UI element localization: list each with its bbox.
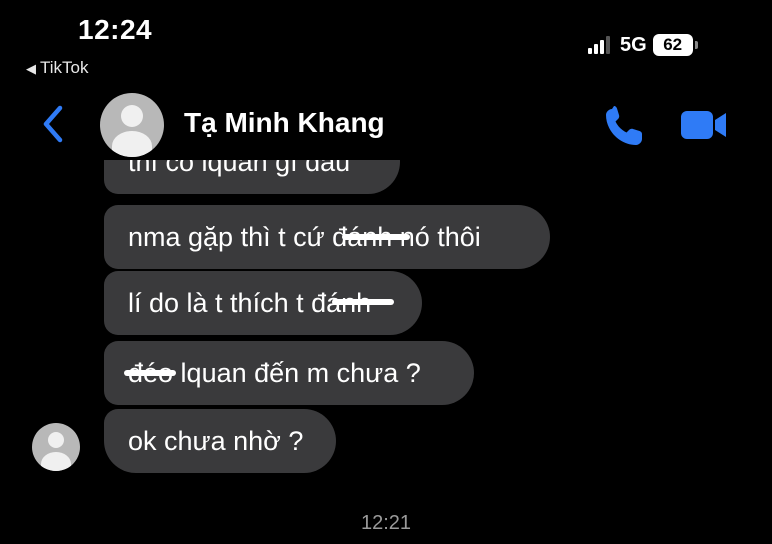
censor-scribble (124, 370, 176, 376)
status-time: 12:24 (78, 14, 153, 45)
contact-avatar[interactable] (100, 93, 164, 157)
message-list[interactable]: thì có lquan gì đâu nma gặp thì t cứ đán… (0, 160, 772, 544)
battery-level: 62 (663, 35, 683, 54)
message-bubble[interactable]: ok chưa nhờ ? (104, 409, 336, 473)
message-text: thì có lquan gì đâu (128, 160, 351, 177)
message-bubble[interactable]: thì có lquan gì đâu (104, 160, 400, 194)
message-bubble[interactable]: nma gặp thì t cứ đánh nó thôi (104, 205, 550, 269)
video-call-icon[interactable] (680, 108, 728, 142)
message-bubble[interactable]: lí do là t thích t đánh (104, 271, 422, 335)
message-text: ok chưa nhờ ? (128, 425, 304, 456)
back-to-app-link[interactable]: ◀ TikTok (26, 58, 89, 78)
censor-scribble (332, 299, 394, 305)
signal-icon (588, 36, 610, 54)
phone-call-icon[interactable] (602, 103, 646, 147)
sender-avatar[interactable] (32, 423, 80, 471)
chat-screen: 12:24 ◀ TikTok 5G 62 Tạ Minh Khang thì có… (0, 0, 772, 544)
back-triangle-icon: ◀ (26, 61, 36, 76)
back-chevron-icon[interactable] (38, 104, 70, 144)
back-app-label: TikTok (40, 58, 89, 77)
battery-tip (694, 41, 698, 49)
censor-scribble (342, 234, 410, 240)
network-type: 5G (620, 33, 647, 56)
contact-name[interactable]: Tạ Minh Khang (184, 107, 385, 139)
message-text: nma gặp thì t cứ đánh nó thôi (128, 221, 481, 252)
message-timestamp: 12:21 (360, 512, 412, 534)
message-bubble[interactable]: đéo lquan đến m chưa ? (104, 341, 474, 405)
status-indicators: 5G 62 (588, 32, 698, 58)
battery-icon: 62 (652, 34, 693, 56)
